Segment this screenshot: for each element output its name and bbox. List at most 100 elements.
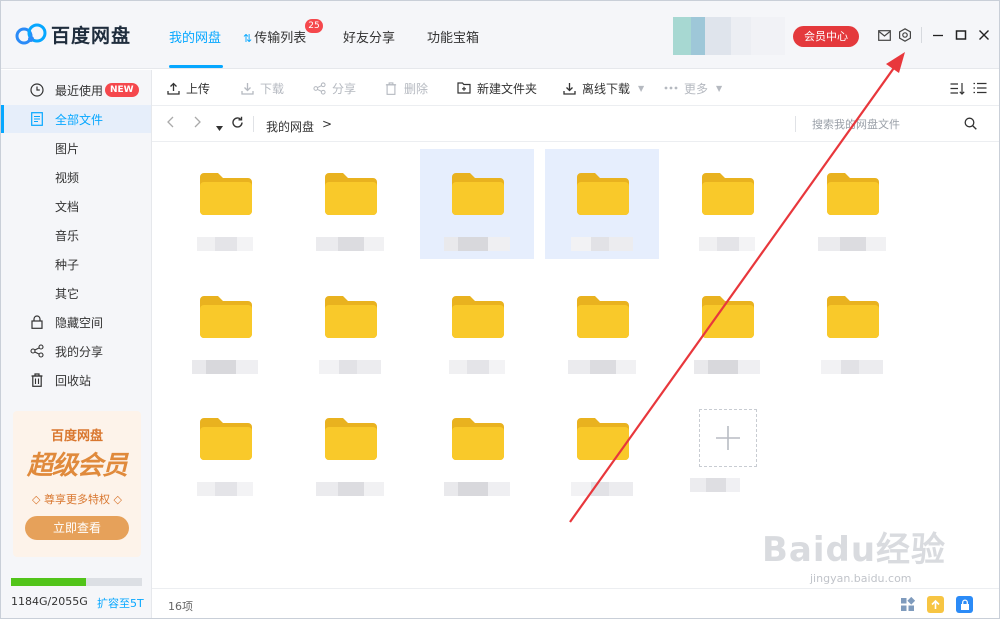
tab-my-drive[interactable]: 我的网盘 (169, 27, 221, 46)
sidebar-item-hidden-space[interactable]: 隐藏空间 (1, 308, 151, 336)
item-count: 16项 (168, 600, 193, 613)
sidebar-item-label: 种子 (55, 257, 80, 272)
sidebar-item-documents[interactable]: 文档 (1, 192, 151, 220)
sidebar-item-all-files[interactable]: 全部文件 (1, 105, 151, 133)
folder-name-redacted (807, 360, 897, 374)
folder-icon (825, 171, 881, 217)
sort-icon[interactable] (949, 80, 965, 96)
tab-transfer-list[interactable]: ⇅ 传输列表 (243, 27, 306, 46)
download-label: 下载 (260, 81, 285, 96)
view-now-button[interactable]: 立即查看 (25, 516, 129, 540)
list-view-icon[interactable] (972, 80, 988, 96)
new-folder-button[interactable]: 新建文件夹 (457, 80, 537, 96)
folder-item[interactable] (420, 272, 534, 382)
titlebar-divider (921, 27, 922, 43)
folder-icon (825, 294, 881, 340)
grid-view-icon[interactable] (899, 596, 916, 613)
folder-icon (323, 171, 379, 217)
history-dropdown-icon[interactable] (216, 119, 223, 135)
refresh-icon[interactable] (231, 116, 244, 133)
download-button[interactable]: 下载 (240, 80, 284, 96)
folder-item[interactable] (168, 394, 282, 504)
folder-item[interactable] (545, 394, 659, 504)
sidebar-item-recycle-bin[interactable]: 回收站 (1, 366, 151, 394)
upgrade-storage-link[interactable]: 扩容至5T (97, 595, 144, 611)
folder-name-redacted (557, 482, 647, 496)
share-icon (312, 81, 326, 95)
breadcrumb-separator: > (322, 117, 333, 131)
sidebar-item-music[interactable]: 音乐 (1, 221, 151, 249)
forward-icon[interactable] (193, 116, 202, 132)
new-badge: NEW (105, 83, 139, 97)
tab-toolbox[interactable]: 功能宝箱 (427, 27, 479, 46)
sidebar-item-label: 视频 (55, 170, 80, 185)
avatar[interactable] (673, 17, 785, 55)
search-input[interactable] (812, 115, 952, 133)
search-icon[interactable] (964, 117, 978, 131)
folder-name-redacted (557, 360, 647, 374)
folder-item[interactable] (293, 272, 407, 382)
storage-used-fill (11, 578, 87, 586)
maximize-icon[interactable] (954, 28, 968, 42)
sidebar-item-label: 最近使用 (55, 83, 104, 98)
sidebar-item-my-shares[interactable]: 我的分享 (1, 337, 151, 365)
tab-friend-share[interactable]: 好友分享 (343, 27, 395, 46)
folder-item[interactable] (420, 149, 534, 259)
folder-item[interactable] (670, 272, 784, 382)
folder-item[interactable] (795, 272, 909, 382)
folder-name-redacted (682, 360, 772, 374)
upload-button[interactable]: 上传 (166, 80, 210, 96)
sidebar-item-torrents[interactable]: 种子 (1, 250, 151, 278)
folder-item[interactable] (293, 394, 407, 504)
folder-name-redacted (432, 237, 522, 251)
mail-icon[interactable] (877, 28, 891, 42)
close-icon[interactable] (977, 28, 991, 42)
folder-icon (450, 171, 506, 217)
sidebar-item-others[interactable]: 其它 (1, 279, 151, 307)
sidebar-item-label: 隐藏空间 (55, 315, 104, 330)
folder-item[interactable] (670, 149, 784, 259)
share-button[interactable]: 分享 (312, 80, 356, 96)
new-folder-label: 新建文件夹 (477, 81, 538, 96)
super-vip-promo[interactable]: 百度网盘 超级会员 ◇ 尊享更多特权 ◇ 立即查看 (13, 411, 141, 557)
offline-download-button[interactable]: 离线下载 ▼ (562, 80, 644, 96)
plus-icon (716, 426, 740, 450)
folder-item[interactable] (545, 272, 659, 382)
delete-button[interactable]: 删除 (384, 80, 428, 96)
sidebar: 最近使用 NEW 全部文件 图片 视频 文档 音乐 种子 其它 隐藏空间 我的分… (1, 70, 152, 618)
trash-icon (29, 372, 45, 388)
minimize-icon[interactable] (931, 28, 945, 42)
more-dots-icon (664, 81, 678, 95)
upload-arrow-icon[interactable] (927, 596, 944, 613)
breadcrumb-my-drive[interactable]: 我的网盘 (266, 118, 314, 135)
add-file-tile[interactable] (699, 409, 757, 467)
folder-item[interactable] (168, 272, 282, 382)
transfer-count-badge: 25 (305, 19, 323, 33)
delete-label: 删除 (404, 81, 429, 96)
folder-item[interactable] (293, 149, 407, 259)
lock-icon[interactable] (956, 596, 973, 613)
back-icon[interactable] (166, 116, 175, 132)
folder-item[interactable] (168, 149, 282, 259)
download-icon (562, 81, 576, 95)
sidebar-item-images[interactable]: 图片 (1, 134, 151, 162)
sidebar-item-label: 回收站 (55, 373, 92, 388)
sidebar-item-label: 文档 (55, 199, 80, 214)
folder-icon (450, 416, 506, 462)
sidebar-item-videos[interactable]: 视频 (1, 163, 151, 191)
address-bar: 我的网盘 > (152, 106, 999, 142)
folder-icon (450, 294, 506, 340)
folder-icon (575, 171, 631, 217)
new-folder-icon (457, 81, 471, 95)
sidebar-item-recent[interactable]: 最近使用 NEW (1, 76, 151, 104)
more-button[interactable]: 更多 ▼ (664, 80, 722, 96)
toolbar: 上传 下载 分享 删除 新建文件夹 离线下载 ▼ 更多 ▼ (152, 70, 999, 106)
offline-download-label: 离线下载 (582, 81, 631, 96)
settings-gear-icon[interactable] (898, 28, 912, 42)
folder-item[interactable] (420, 394, 534, 504)
folder-item[interactable] (795, 149, 909, 259)
vip-center-button[interactable]: 会员中心 (793, 26, 859, 47)
search-divider (795, 116, 796, 132)
folder-item[interactable] (545, 149, 659, 259)
lock-icon (29, 314, 45, 330)
